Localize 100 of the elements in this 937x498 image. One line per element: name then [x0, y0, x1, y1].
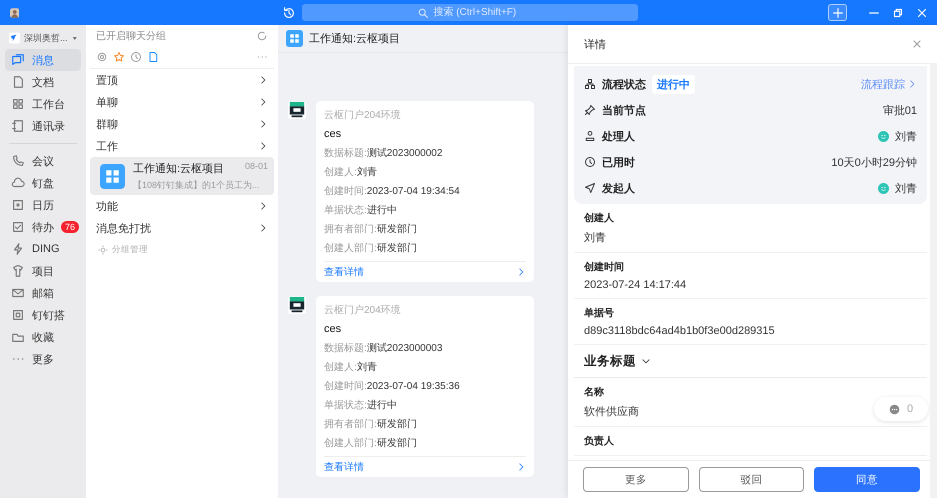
app-avatar-icon[interactable]	[288, 296, 306, 314]
group-row[interactable]: 群聊	[90, 113, 274, 135]
nav-item[interactable]: 文档	[5, 71, 81, 93]
field-label: 拥有者部门:	[324, 419, 377, 430]
org-logo-icon[interactable]	[9, 31, 20, 45]
field-label: 创建人部门:	[324, 243, 377, 254]
info-label: 流程状态	[602, 78, 646, 92]
contacts-icon	[11, 119, 25, 133]
nav-item[interactable]: 待办 76	[5, 216, 81, 238]
nav-item[interactable]: 通讯录	[5, 115, 81, 137]
nav-item[interactable]: 钉钉搭	[5, 304, 81, 326]
nav-item[interactable]: 项目	[5, 260, 81, 282]
close-icon[interactable]	[911, 38, 923, 50]
nav-item[interactable]: 钉盘	[5, 172, 81, 194]
grid-icon	[100, 164, 125, 188]
chat-preview: 【108钉钉集成】的1个员工为...	[133, 178, 261, 192]
view-details-link[interactable]: 查看详情	[324, 261, 526, 282]
field-value: 研发部门	[376, 243, 417, 254]
section-header[interactable]: 业务标题	[574, 345, 927, 378]
clock-icon[interactable]	[130, 51, 142, 63]
caret-icon[interactable]	[72, 34, 77, 42]
app-avatar-icon[interactable]	[288, 101, 306, 119]
send-icon	[584, 182, 596, 194]
phone-icon	[11, 154, 25, 168]
nav-item[interactable]: 更多	[5, 348, 81, 370]
nav-item[interactable]: 邮箱	[5, 282, 81, 304]
info-label: 已用时	[602, 156, 635, 170]
field-label: 创建人:	[324, 362, 357, 373]
secondary-button[interactable]: 更多	[583, 467, 689, 492]
grid-icon	[286, 30, 303, 47]
field-label: 创建时间:	[324, 381, 367, 392]
history-icon[interactable]	[282, 6, 296, 20]
field-label: 单据状态:	[324, 205, 367, 216]
primary-button[interactable]: 同意	[814, 467, 920, 492]
cloud-icon	[11, 176, 25, 190]
group-row[interactable]: 消息免打扰	[90, 217, 274, 239]
star-icon[interactable]	[113, 51, 125, 63]
field-value: 进行中	[366, 400, 397, 411]
field-label: 创建人:	[324, 167, 357, 178]
field-value: 2023-07-04 19:34:54	[366, 186, 460, 197]
field-label: 数据标题:	[324, 148, 367, 159]
field-label: 创建人部门:	[324, 438, 377, 449]
refresh-icon[interactable]	[256, 30, 268, 42]
group-row[interactable]: 置顶	[90, 69, 274, 91]
info-label: 处理人	[602, 130, 635, 144]
field-value: 软件供应商	[584, 404, 639, 419]
field-label: 单据状态:	[324, 400, 367, 411]
info-value: 10天0小时29分钟	[831, 156, 917, 170]
group-row[interactable]: 功能	[90, 195, 274, 217]
user-icon	[584, 130, 596, 142]
field-value: 2023-07-04 19:35:36	[366, 381, 460, 392]
message-title: ces	[324, 322, 342, 337]
info-value: 刘青	[895, 182, 917, 196]
field-value: 2023-07-24 14:17:44	[584, 279, 686, 291]
clock-icon	[584, 156, 596, 168]
pin-icon	[584, 104, 596, 116]
lightning-icon	[11, 242, 25, 256]
field-label: 创建时间:	[324, 186, 367, 197]
list-header: 已开启聊天分组	[96, 30, 166, 42]
nav-item[interactable]: 会议	[5, 150, 81, 172]
field-label: 单据号	[584, 306, 614, 320]
field-label: 创建时间	[584, 260, 624, 274]
chat-title: 工作通知:云枢项目	[309, 32, 400, 46]
field-value: 研发部门	[376, 224, 417, 235]
nav-item[interactable]: 日历	[5, 194, 81, 216]
nav-item[interactable]: DING	[5, 238, 81, 260]
info-label: 当前节点	[602, 104, 646, 118]
sender-name: 云枢门户204环境	[324, 304, 402, 318]
field-value: 刘青	[584, 230, 606, 245]
field-value: 测试2023000002	[366, 148, 442, 159]
field-value: d89c3118bdc64ad4b1b0f3e00d289315	[584, 325, 775, 337]
grid-icon	[11, 97, 25, 111]
field-value: 测试2023000003	[366, 343, 442, 354]
field-value: 刘青	[356, 167, 377, 178]
secondary-button[interactable]: 驳回	[698, 467, 804, 492]
nav-item[interactable]: 收藏	[5, 326, 81, 348]
checkbox-icon	[11, 220, 25, 234]
group-row[interactable]: 单聊	[90, 91, 274, 113]
panel-title: 详情	[584, 38, 606, 52]
document-icon	[11, 75, 25, 89]
comment-icon	[888, 404, 900, 414]
message-title: ces	[324, 127, 342, 142]
field-value: 研发部门	[376, 438, 417, 449]
view-details-link[interactable]: 查看详情	[324, 456, 526, 477]
info-label: 发起人	[602, 182, 635, 196]
nav-item[interactable]: 工作台	[5, 93, 81, 115]
field-value: 研发部门	[376, 419, 417, 430]
document-icon[interactable]	[147, 51, 159, 63]
field-label: 名称	[584, 386, 604, 399]
count-badge: 76	[61, 221, 80, 233]
sender-name: 云枢门户204环境	[324, 108, 402, 123]
chat-item[interactable]: 工作通知:云枢项目 08-01 【108钉钉集成】的1个员工为...	[90, 157, 274, 195]
chat-title: 工作通知:云枢项目	[133, 162, 224, 176]
field-value: 进行中	[366, 205, 397, 216]
group-row[interactable]: 工作	[90, 135, 274, 157]
chat-time: 08-01	[244, 160, 268, 172]
chat-bubble-icon	[11, 53, 25, 67]
add-button[interactable]	[828, 4, 847, 21]
status-tag: 进行中	[652, 74, 695, 94]
org-name[interactable]: 深圳奥哲...	[24, 32, 68, 44]
